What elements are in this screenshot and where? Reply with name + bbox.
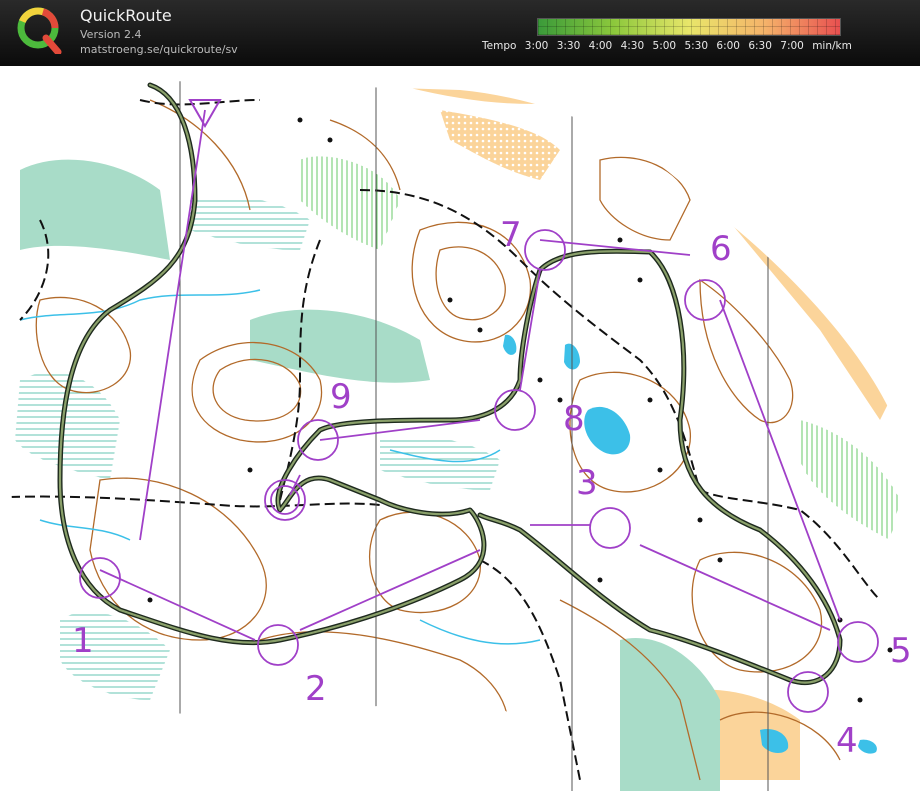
app-version: Version 2.4 — [80, 28, 142, 41]
control-number-5: 5 — [890, 631, 912, 671]
control-number-2: 2 — [305, 669, 327, 709]
control-number-8: 8 — [563, 399, 585, 439]
quickroute-logo — [17, 7, 62, 54]
tempo-label: 7:00 — [780, 40, 804, 52]
tempo-label: 4:30 — [620, 40, 645, 52]
tempo-prefix: Tempo — [482, 40, 517, 52]
app-title: QuickRoute — [80, 6, 172, 25]
control-number-1: 1 — [72, 621, 94, 661]
tempo-label: 3:00 — [524, 40, 549, 52]
control-number-6: 6 — [710, 229, 732, 269]
app-url: matstroeng.se/quickroute/sv — [80, 43, 238, 56]
control-number-3: 3 — [576, 463, 598, 503]
control-number-4: 4 — [836, 721, 858, 761]
map-terrain — [9, 80, 920, 791]
tempo-label: 5:30 — [684, 40, 709, 52]
orienteering-map[interactable]: 1 2 3 4 5 6 7 8 9 — [0, 66, 920, 791]
control-number-9: 9 — [330, 377, 352, 417]
tempo-label: 3:30 — [556, 40, 581, 52]
tempo-color-bar — [537, 18, 841, 36]
tempo-label: 5:00 — [652, 40, 677, 52]
tempo-label: 4:00 — [588, 40, 613, 52]
tempo-labels: Tempo 3:00 3:30 4:00 4:30 5:00 5:30 6:00… — [482, 40, 857, 52]
tempo-legend: Tempo 3:00 3:30 4:00 4:30 5:00 5:30 6:00… — [482, 18, 912, 58]
control-number-7: 7 — [500, 215, 522, 255]
tempo-label: 6:00 — [716, 40, 740, 52]
tempo-unit: min/km — [812, 40, 852, 52]
app-header: QuickRoute Version 2.4 matstroeng.se/qui… — [0, 0, 920, 66]
tempo-label: 6:30 — [748, 40, 772, 52]
